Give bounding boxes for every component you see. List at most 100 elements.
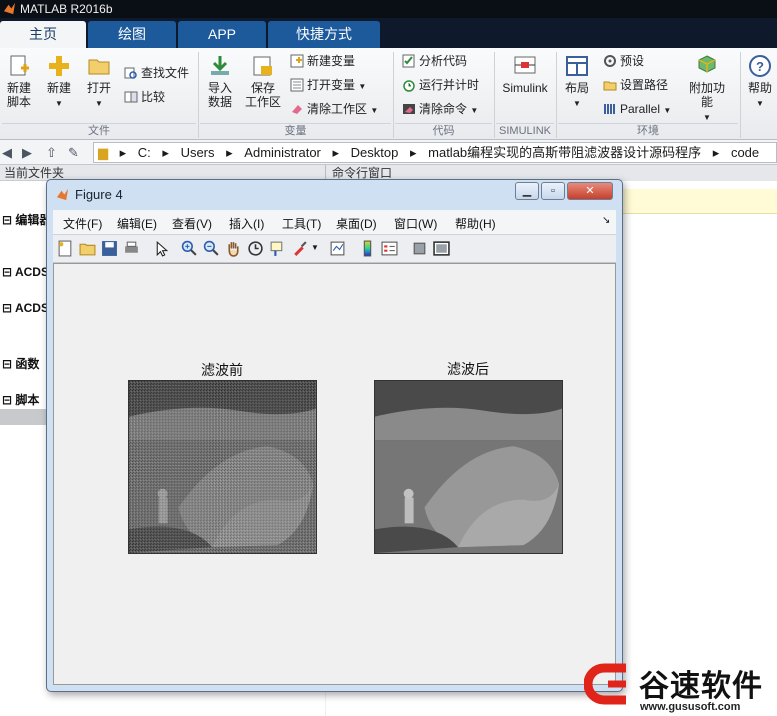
figure-menu-bar: 文件(F) 编辑(E) 查看(V) 插入(I) 工具(T) 桌面(D) 窗口(W… — [53, 210, 616, 235]
chevron-down-icon: ▼ — [756, 99, 764, 108]
tab-apps[interactable]: APP — [178, 21, 266, 48]
layout-button[interactable]: 布局 ▼ — [562, 54, 592, 111]
close-button[interactable]: ✕ — [567, 182, 613, 200]
crumb-separator-icon: ▸ — [332, 145, 340, 160]
menu-window[interactable]: 窗口(W) — [394, 215, 437, 232]
new-variable-button[interactable]: 新建变量 — [290, 52, 355, 70]
menu-insert[interactable]: 插入(I) — [229, 215, 264, 232]
up-folder-icon[interactable]: ⇧ — [46, 145, 57, 161]
group-file-label: 文件 — [2, 123, 196, 138]
open-button[interactable]: 打开 ▼ — [84, 54, 114, 111]
gear-icon — [604, 55, 616, 67]
plot-title-before: 滤波前 — [201, 362, 243, 378]
crumb-separator-icon: ▸ — [119, 145, 127, 160]
zoom-in-icon[interactable] — [181, 240, 198, 257]
menu-file[interactable]: 文件(F) — [63, 215, 102, 232]
new-button[interactable]: 新建 ▼ — [44, 54, 74, 111]
run-and-time-icon — [403, 80, 415, 92]
import-data-button[interactable]: 导入 数据 — [204, 54, 236, 109]
tab-home[interactable]: 主页 — [0, 21, 86, 48]
save-workspace-button[interactable]: 保存 工作区 — [244, 54, 282, 109]
menu-edit[interactable]: 编辑(E) — [117, 215, 157, 232]
folder-item[interactable]: ⊟ ACDS — [2, 301, 49, 315]
browse-folder-icon[interactable]: ✎ — [68, 145, 79, 161]
simulink-button[interactable]: Simulink — [500, 54, 550, 95]
parallel-button[interactable]: Parallel ▼ — [603, 100, 671, 118]
new-script-button[interactable]: 新建 脚本 — [4, 54, 34, 109]
compare-button[interactable]: 比较 — [124, 88, 165, 106]
menu-tools[interactable]: 工具(T) — [282, 215, 321, 232]
figure-toolbar: ▼ — [53, 235, 616, 263]
back-arrow-icon[interactable]: ◀ — [2, 145, 12, 161]
set-path-button[interactable]: 设置路径 — [603, 76, 668, 94]
preferences-button[interactable]: 预设 — [603, 52, 644, 70]
find-files-button[interactable]: 查找文件 — [124, 64, 189, 82]
tab-shortcuts[interactable]: 快捷方式 — [268, 21, 380, 48]
menu-view[interactable]: 查看(V) — [172, 215, 212, 232]
compare-label: 比较 — [141, 90, 166, 104]
chevron-down-icon: ▼ — [55, 99, 63, 108]
new-script-icon — [10, 55, 29, 76]
gususoft-logo-icon — [584, 663, 626, 705]
save-icon[interactable] — [101, 240, 118, 257]
menu-desktop[interactable]: 桌面(D) — [336, 215, 377, 232]
select-arrow-icon[interactable] — [153, 240, 170, 257]
forward-arrow-icon[interactable]: ▶ — [22, 145, 32, 161]
analyze-code-button[interactable]: 分析代码 — [402, 52, 467, 70]
folder-item[interactable]: ⊟ 编辑器 — [2, 211, 51, 228]
image-before-filter[interactable] — [128, 380, 317, 554]
figure-canvas[interactable]: 滤波前 滤波后 — [53, 263, 616, 685]
chevron-down-icon: ▼ — [573, 99, 581, 108]
selected-row[interactable] — [0, 409, 46, 425]
folder-item[interactable]: ⊟ 脚本 — [2, 391, 39, 408]
clear-workspace-button[interactable]: 清除工作区 ▼ — [290, 100, 378, 118]
open-file-icon[interactable] — [79, 240, 96, 257]
hide-plot-tools-icon[interactable] — [411, 240, 428, 257]
watermark-brand: 谷速软件 — [639, 669, 763, 704]
new-variable-icon — [290, 54, 304, 68]
clear-commands-button[interactable]: 清除命令 ▼ — [402, 100, 478, 118]
minimize-button[interactable]: ▁ — [515, 182, 539, 200]
breadcrumb-item[interactable]: code — [731, 145, 759, 160]
dock-arrow-icon[interactable]: ↘ — [602, 215, 610, 226]
breadcrumb-item[interactable]: Users — [181, 145, 215, 160]
breadcrumb-item[interactable]: C: — [138, 145, 151, 160]
rotate-3d-icon[interactable] — [247, 240, 264, 257]
folder-item[interactable]: ⊟ 函数 — [2, 355, 39, 372]
group-simulink-label: SIMULINK — [496, 123, 554, 138]
menu-help[interactable]: 帮助(H) — [455, 215, 496, 232]
chevron-down-icon[interactable]: ▼ — [311, 243, 319, 252]
zoom-out-icon[interactable] — [203, 240, 220, 257]
help-button[interactable]: ? 帮助 ▼ — [746, 54, 774, 111]
open-label: 打开 — [86, 81, 111, 95]
image-after-filter[interactable] — [374, 380, 563, 554]
print-icon[interactable] — [123, 240, 140, 257]
breadcrumb-item[interactable]: Administrator — [244, 145, 321, 160]
tab-plots[interactable]: 绘图 — [88, 21, 176, 48]
find-files-icon — [124, 67, 137, 79]
insert-colorbar-icon[interactable] — [359, 240, 376, 257]
crumb-separator-icon: ▸ — [226, 145, 233, 160]
new-label: 新建 — [46, 81, 71, 95]
breadcrumb[interactable]: ▆ ▸ C: ▸ Users ▸ Administrator ▸ Desktop… — [93, 142, 777, 163]
chevron-down-icon: ▼ — [470, 106, 479, 115]
addons-button[interactable]: 附加功能 ▼ — [684, 54, 730, 125]
pan-hand-icon[interactable] — [225, 240, 242, 257]
import-icon — [211, 56, 229, 75]
plot-title-after: 滤波后 — [447, 361, 489, 377]
run-and-time-button[interactable]: 运行并计时 — [402, 76, 479, 94]
brush-icon[interactable] — [291, 240, 308, 257]
insert-legend-icon[interactable] — [381, 240, 398, 257]
open-variable-button[interactable]: 打开变量 ▼ — [290, 76, 366, 94]
link-plot-icon[interactable] — [329, 240, 346, 257]
breadcrumb-item[interactable]: Desktop — [351, 145, 399, 160]
data-cursor-icon[interactable] — [269, 240, 286, 257]
folder-icon — [88, 59, 110, 75]
new-figure-icon[interactable] — [57, 240, 74, 257]
folder-item[interactable]: ⊟ ACDS — [2, 265, 49, 279]
show-plot-tools-icon[interactable] — [433, 240, 450, 257]
breadcrumb-item[interactable]: matlab编程实现的高斯带阻滤波器设计源码程序 — [428, 145, 701, 160]
maximize-button[interactable]: ▫ — [541, 182, 565, 200]
open-variable-icon — [290, 78, 304, 92]
help-icon: ? — [749, 55, 771, 77]
